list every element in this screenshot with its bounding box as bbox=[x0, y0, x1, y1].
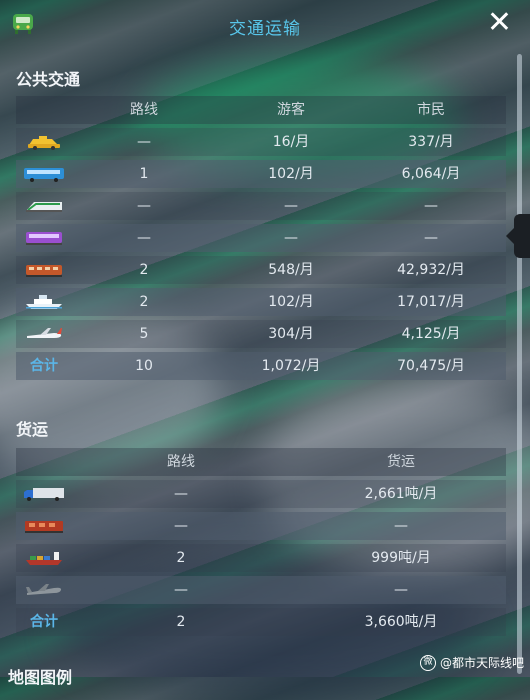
public-transport-title: 公共交通 bbox=[16, 70, 81, 89]
header-routes: 路线 bbox=[167, 454, 195, 470]
truck-icon bbox=[22, 480, 66, 508]
cargo-plane-icon bbox=[22, 576, 66, 604]
close-icon[interactable]: ✕ bbox=[487, 8, 512, 38]
weibo-logo-icon: 微 bbox=[419, 654, 436, 671]
table-row[interactable]: — — — bbox=[16, 224, 506, 252]
table-row[interactable]: — — bbox=[16, 576, 506, 604]
tram-icon bbox=[22, 192, 66, 220]
table-row[interactable]: 1 102/月 6,064/月 bbox=[16, 160, 506, 188]
table-header-row: 路线 货运 bbox=[16, 448, 506, 476]
airplane-icon bbox=[22, 320, 66, 348]
total-label: 合计 bbox=[30, 358, 58, 374]
taxi-icon bbox=[22, 128, 66, 156]
header-tourists: 游客 bbox=[277, 102, 305, 118]
panel-title: 交通运输 bbox=[229, 19, 301, 39]
bus-icon bbox=[22, 160, 66, 188]
table-total-row: 合计 10 1,072/月 70,475/月 bbox=[16, 352, 506, 380]
panel-titlebar: 交通运输 ✕ bbox=[0, 0, 530, 50]
total-label: 合计 bbox=[30, 614, 58, 630]
table-row[interactable]: 2 999吨/月 bbox=[16, 544, 506, 572]
side-collapse-tab[interactable] bbox=[506, 214, 530, 258]
header-cargo: 货运 bbox=[387, 454, 415, 470]
table-total-row: 合计 2 3,660吨/月 bbox=[16, 608, 506, 636]
header-routes: 路线 bbox=[130, 102, 158, 118]
watermark-text: @都市天际线吧 bbox=[439, 656, 524, 670]
table-row[interactable]: 5 304/月 4,125/月 bbox=[16, 320, 506, 348]
table-row[interactable]: 2 102/月 17,017/月 bbox=[16, 288, 506, 316]
freight-table: 路线 货运 — 2,661吨/月 — — 2 999吨/月 — — 合计 2 3… bbox=[16, 448, 506, 640]
table-row[interactable]: — 16/月 337/月 bbox=[16, 128, 506, 156]
watermark: 微 @都市天际线吧 bbox=[419, 654, 524, 671]
ship-icon bbox=[22, 288, 66, 316]
table-row[interactable]: — 2,661吨/月 bbox=[16, 480, 506, 508]
header-citizens: 市民 bbox=[417, 102, 445, 118]
map-legend-title[interactable]: 地图图例 bbox=[8, 664, 72, 688]
freight-title: 货运 bbox=[16, 420, 49, 439]
table-row[interactable]: 2 548/月 42,932/月 bbox=[16, 256, 506, 284]
metro-icon bbox=[22, 224, 66, 252]
cargo-ship-icon bbox=[22, 544, 66, 572]
train-icon bbox=[22, 256, 66, 284]
table-header-row: 路线 游客 市民 bbox=[16, 96, 506, 124]
cargo-train-icon bbox=[22, 512, 66, 540]
table-row[interactable]: — — — bbox=[16, 192, 506, 220]
table-row[interactable]: — — bbox=[16, 512, 506, 540]
scrollbar[interactable] bbox=[517, 54, 522, 674]
public-transport-table: 路线 游客 市民 — 16/月 337/月 1 102/月 6,064/月 — … bbox=[16, 96, 506, 384]
